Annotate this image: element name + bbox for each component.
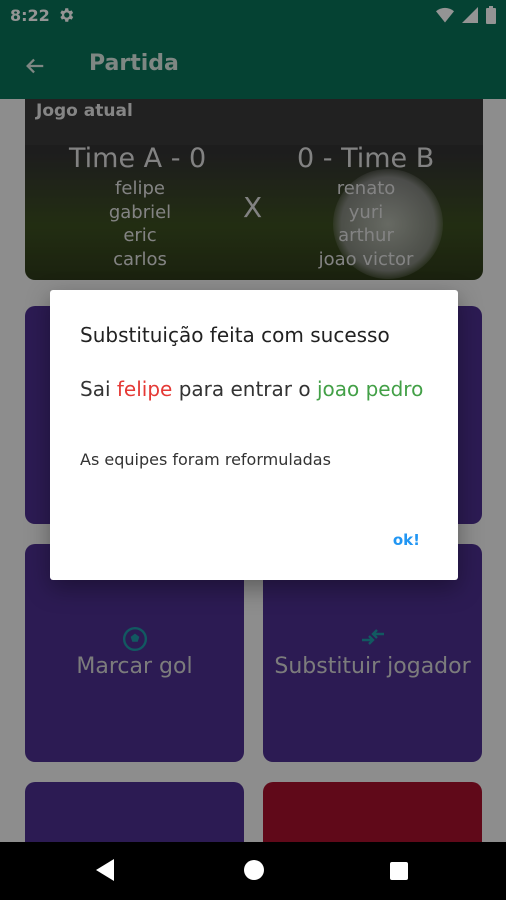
nav-back-button[interactable] — [96, 859, 116, 885]
dialog-title: Substituição feita com sucesso — [80, 323, 390, 347]
player-in-name: joao pedro — [316, 377, 424, 401]
substitution-success-dialog: Substituição feita com sucesso Sai felip… — [50, 290, 458, 580]
nav-back-icon — [96, 859, 114, 881]
player-out-name: felipe — [116, 377, 173, 401]
message-prefix: Sai — [80, 377, 117, 401]
message-middle: para entrar o — [172, 377, 317, 401]
system-nav-bar — [0, 842, 506, 900]
nav-recents-button[interactable] — [390, 862, 408, 884]
nav-recents-icon — [390, 862, 408, 880]
ok-button[interactable]: ok! — [393, 531, 420, 549]
dialog-message: Sai felipe para entrar o joao pedro — [80, 375, 440, 404]
nav-home-icon — [244, 860, 264, 880]
nav-home-button[interactable] — [243, 859, 265, 885]
dialog-note: As equipes foram reformuladas — [80, 450, 331, 469]
